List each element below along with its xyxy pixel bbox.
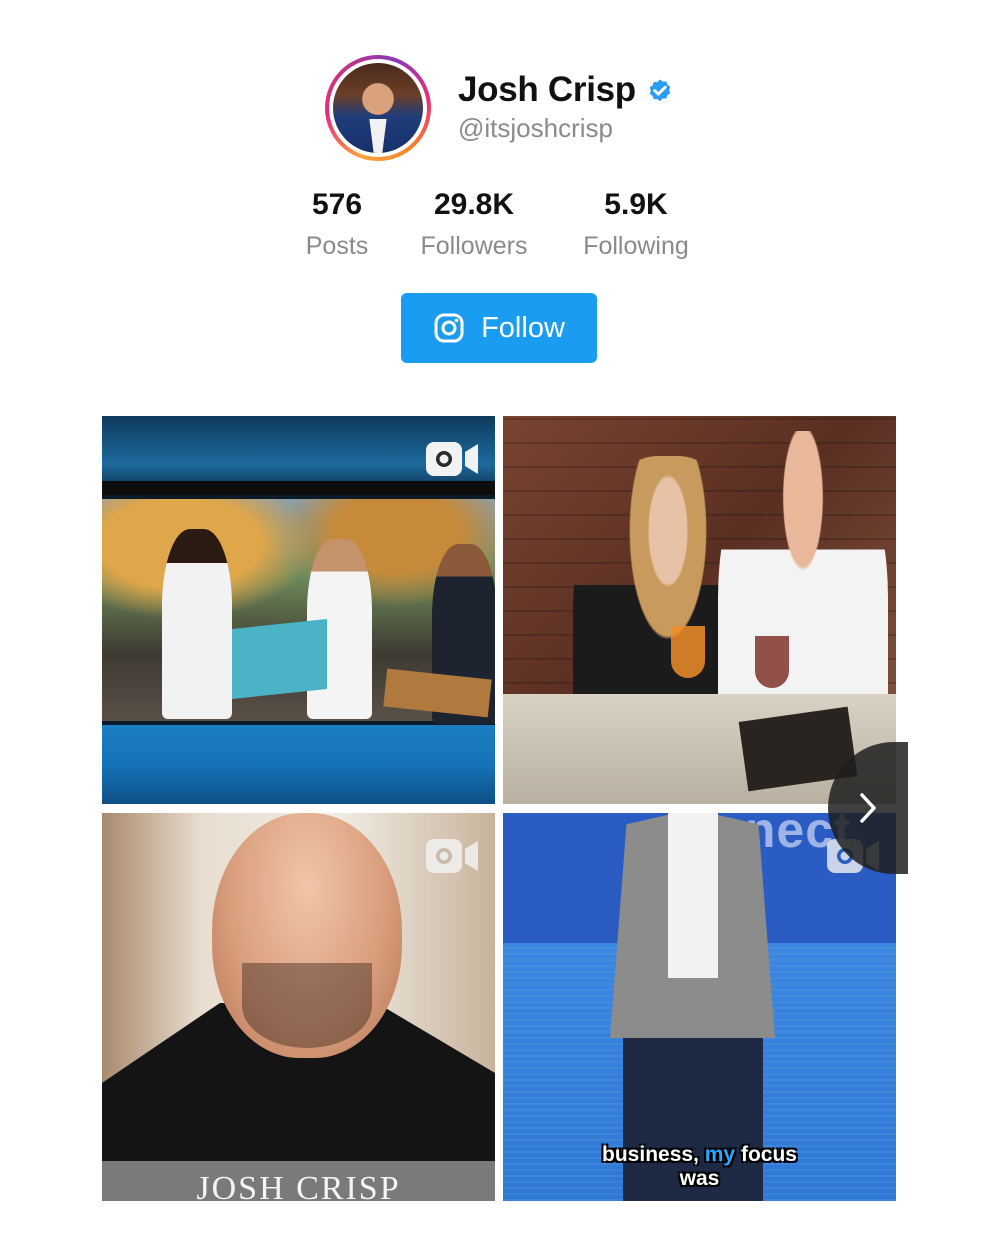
stat-following[interactable]: 5.9K Following [583, 188, 689, 261]
username-handle: @itsjoshcrisp [458, 113, 613, 143]
stat-followers-value: 29.8K [433, 188, 515, 221]
posts-grid: JOSH CRISP connect business, my focus wa… [102, 416, 896, 1201]
video-caption-line-1: business, my focus [602, 1143, 797, 1166]
stat-followers-label: Followers [420, 232, 528, 260]
avatar[interactable] [333, 63, 423, 153]
verified-badge-icon [649, 79, 671, 102]
profile-stats: 576 Posts 29.8K Followers 5.9K Following [0, 188, 1000, 268]
stat-posts-value: 576 [311, 188, 363, 221]
post-tile[interactable] [503, 416, 896, 804]
video-caption-line-2: was [679, 1167, 720, 1190]
post-tile[interactable]: connect business, my focus was [503, 813, 896, 1201]
stat-following-label: Following [583, 232, 689, 260]
post-tile[interactable] [102, 416, 495, 804]
video-icon [426, 442, 478, 476]
follow-button[interactable]: Follow [401, 293, 597, 363]
video-icon [426, 839, 478, 873]
post-tile[interactable]: JOSH CRISP [102, 813, 495, 1201]
stat-followers[interactable]: 29.8K Followers [421, 188, 528, 261]
follow-label: Follow [481, 311, 565, 344]
post-caption: JOSH CRISP [102, 1161, 495, 1201]
instagram-icon [434, 313, 464, 343]
profile-header: Josh Crisp @itsjoshcrisp 576 Posts 29.8K… [0, 0, 1000, 400]
avatar-story-ring[interactable] [325, 55, 431, 161]
stat-following-value: 5.9K [604, 188, 668, 221]
name-row: Josh Crisp [458, 70, 674, 110]
stat-posts-label: Posts [305, 232, 369, 260]
chevron-right-icon [860, 793, 876, 823]
stat-posts[interactable]: 576 Posts [306, 188, 369, 261]
display-name[interactable]: Josh Crisp [458, 70, 636, 110]
